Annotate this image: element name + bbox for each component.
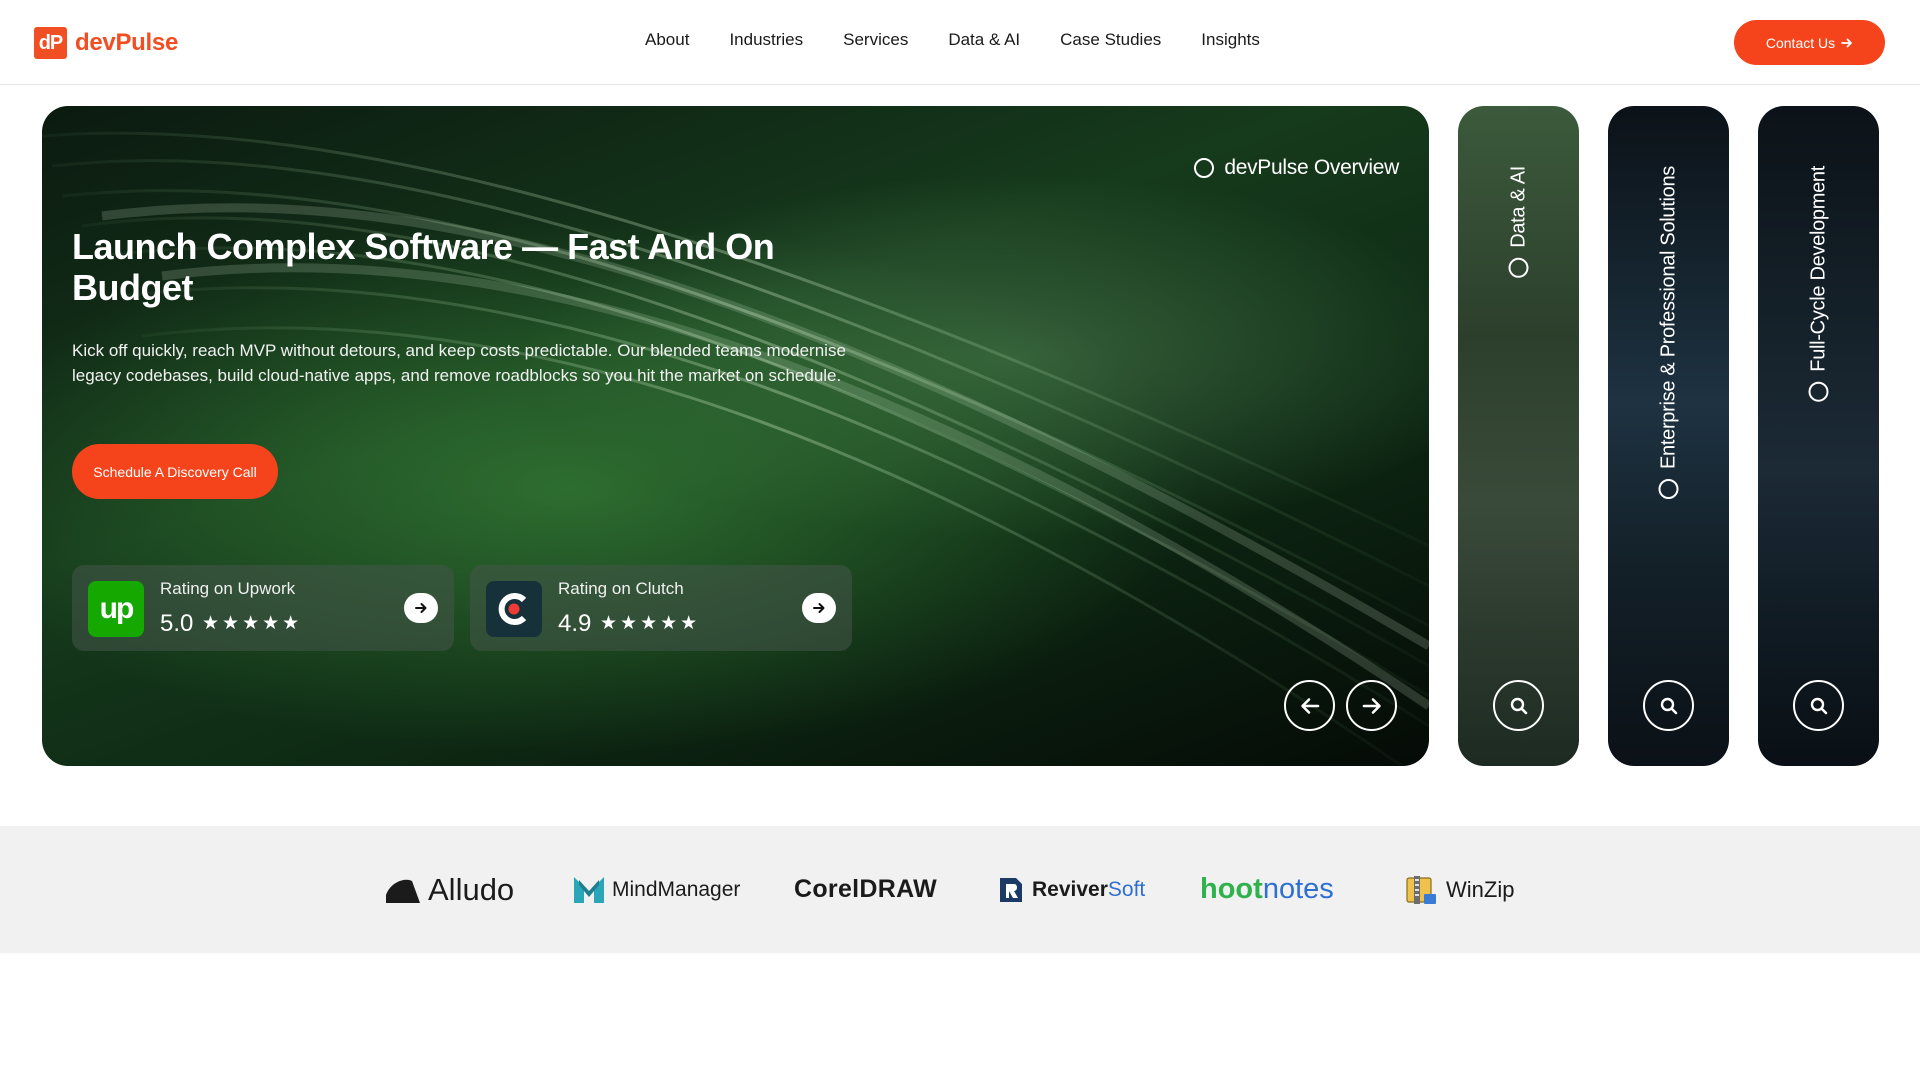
client-logos-strip: Alludo MindManager CorelDRAW Reviver Soft… (0, 826, 1920, 953)
contact-us-button[interactable]: Contact Us (1734, 20, 1885, 65)
logo-mark: dP (34, 27, 67, 59)
winzip-logo: WinZip (1404, 826, 1514, 953)
clutch-rating-card[interactable]: Rating on Clutch 4.9 ★★★★★ (470, 565, 852, 651)
panel-label-text: Enterprise & Professional Solutions (1657, 166, 1679, 469)
coreldraw-logo: CorelDRAW (794, 826, 937, 953)
star-rating-icons: ★★★★★ (202, 613, 303, 634)
panel-label: Full-Cycle Development (1807, 166, 1830, 402)
clutch-arrow-button[interactable] (802, 593, 836, 623)
rating-label: Rating on Upwork (160, 579, 296, 598)
overview-label: devPulse Overview (1194, 156, 1399, 180)
carousel-next-button[interactable] (1346, 680, 1397, 731)
rating-score: 4.9 (558, 610, 592, 637)
arrow-right-icon (813, 603, 825, 613)
nav-services[interactable]: Services (843, 30, 908, 50)
hero-background-streaks (42, 131, 1429, 766)
rating-label: Rating on Clutch (558, 579, 684, 598)
notes-text: notes (1262, 873, 1334, 905)
clutch-logo (486, 581, 542, 637)
search-icon[interactable] (1493, 680, 1544, 731)
nav-case-studies[interactable]: Case Studies (1060, 30, 1161, 50)
rating-score: 5.0 (160, 610, 194, 637)
star-rating-icons: ★★★★★ (600, 613, 701, 634)
panel-full-cycle-development[interactable]: Full-Cycle Development (1758, 106, 1879, 766)
hero-description: Kick off quickly, reach MVP without deto… (72, 341, 846, 385)
soft-text: Soft (1107, 877, 1146, 901)
hero-title: Launch Complex Software — Fast And On Bu… (72, 226, 775, 308)
arrow-right-icon (1362, 697, 1381, 714)
mindmanager-logo: MindManager (574, 826, 740, 953)
reviversoft-mark-icon (1000, 877, 1022, 902)
site-header: dP devPulse About Industries Services Da… (0, 0, 1920, 85)
hero-card: devPulse Overview Launch Complex Softwar… (42, 106, 1429, 766)
alludo-text: Alludo (428, 871, 515, 907)
mindmanager-mark-icon (574, 876, 604, 903)
schedule-discovery-call-button[interactable]: Schedule A Discovery Call (72, 444, 278, 499)
hoot-text: hoot (1200, 873, 1263, 905)
main-nav: About Industries Services Data & AI Case… (645, 30, 1260, 50)
arrow-left-icon (1300, 697, 1319, 714)
upwork-arrow-button[interactable] (404, 593, 438, 623)
alludo-mark-icon (386, 879, 420, 903)
panel-label: Data & AI (1507, 166, 1530, 278)
panel-label: Enterprise & Professional Solutions (1657, 166, 1680, 499)
panel-data-ai[interactable]: Data & AI (1458, 106, 1579, 766)
ring-icon (1508, 257, 1529, 278)
nav-insights[interactable]: Insights (1201, 30, 1260, 50)
panel-enterprise-solutions[interactable]: Enterprise & Professional Solutions (1608, 106, 1729, 766)
alludo-logo: Alludo (386, 826, 514, 953)
arrow-right-icon (415, 603, 427, 613)
overview-text: devPulse Overview (1224, 156, 1399, 179)
nav-data-ai[interactable]: Data & AI (948, 30, 1020, 50)
carousel-prev-button[interactable] (1284, 680, 1335, 731)
ring-icon (1194, 158, 1215, 178)
panel-label-text: Full-Cycle Development (1807, 166, 1829, 372)
winzip-mark-icon (1406, 875, 1436, 904)
contact-us-label: Contact Us (1765, 34, 1836, 51)
panel-label-text: Data & AI (1507, 166, 1529, 248)
search-icon[interactable] (1643, 680, 1694, 731)
arrow-right-icon (1841, 38, 1853, 47)
search-icon[interactable] (1793, 680, 1844, 731)
nav-about[interactable]: About (645, 30, 689, 50)
logo-text: devPulse (75, 29, 178, 56)
nav-industries[interactable]: Industries (729, 30, 803, 50)
upwork-rating-card[interactable]: up Rating on Upwork 5.0 ★★★★★ (72, 565, 454, 651)
reviversoft-logo: Reviver Soft (998, 826, 1145, 953)
mindmanager-text: MindManager (612, 877, 741, 901)
hootnotes-logo: hoot notes (1200, 826, 1334, 953)
devpulse-logo[interactable]: dP devPulse (34, 27, 178, 59)
ring-icon (1808, 381, 1829, 402)
winzip-text: WinZip (1446, 876, 1515, 902)
coreldraw-text: CorelDRAW (794, 875, 937, 903)
ring-icon (1658, 479, 1679, 499)
clutch-c-icon (498, 593, 527, 625)
upwork-logo: up (88, 581, 144, 637)
reviver-text: Reviver (1032, 877, 1108, 901)
